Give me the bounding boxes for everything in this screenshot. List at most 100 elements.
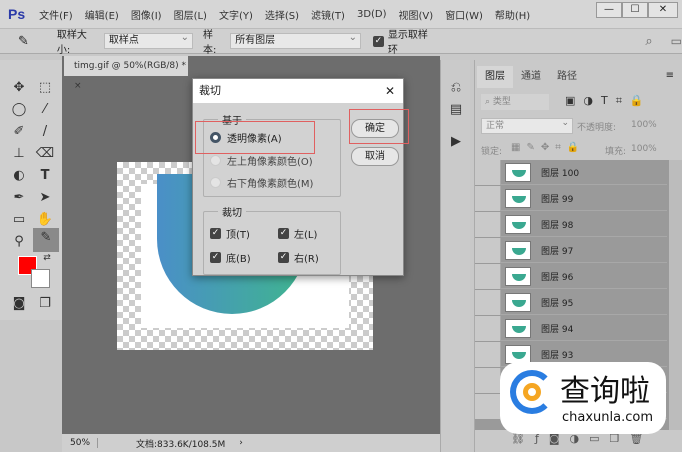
close-icon[interactable]: ✕ (385, 79, 395, 103)
panel-menu-icon[interactable]: ≡ (666, 70, 674, 81)
layer-name: 图层 100 (541, 168, 580, 179)
document-tab-title: timg.gif @ 50%(RGB/8) * (74, 61, 187, 71)
tab-paths[interactable]: 路径 (549, 66, 585, 88)
visibility-toggle[interactable] (475, 367, 501, 393)
history-icon[interactable]: ⎌ (445, 78, 467, 98)
checkbox-bottom[interactable]: ✓ 底(B) (210, 250, 251, 265)
layer-row[interactable]: 图层 96 (475, 263, 667, 289)
options-bar: ✎ 取样大小: 取样点 样本: 所有图层 ✓ 显示取样环 ⌕ ▭ (0, 28, 682, 56)
blend-mode-select[interactable]: 正常 (481, 116, 573, 134)
marquee-tool-icon[interactable]: ⬚ (34, 78, 56, 98)
visibility-toggle[interactable] (475, 237, 501, 263)
magic-wand-icon[interactable]: ⁄ (34, 100, 56, 120)
dialog-titlebar: 裁切 ✕ (193, 79, 403, 103)
visibility-toggle[interactable] (475, 185, 501, 211)
lock-icons[interactable]: ▦✎✥⌗🔒 (511, 142, 585, 153)
type-tool-icon[interactable]: T (34, 166, 56, 186)
radio-bottom-right-color[interactable]: 右下角像素颜色(M) (210, 175, 313, 190)
visibility-toggle[interactable] (475, 263, 501, 289)
maximize-button[interactable]: ☐ (622, 2, 648, 18)
highlight-box (195, 121, 315, 154)
menu-view[interactable]: 视图(V) (399, 7, 434, 22)
menu-3d[interactable]: 3D(D) (357, 9, 387, 20)
properties-icon[interactable]: ▤ (445, 100, 467, 120)
workspace-icon[interactable]: ▭ (671, 34, 682, 48)
document-tab[interactable]: timg.gif @ 50%(RGB/8) * × (64, 56, 188, 91)
hand-tool-icon[interactable]: ✋ (34, 210, 56, 230)
sample-size-select[interactable]: 取样点 (103, 31, 194, 49)
visibility-toggle[interactable] (475, 315, 501, 341)
menu-image[interactable]: 图像(I) (131, 7, 162, 22)
menu-filter[interactable]: 滤镜(T) (311, 7, 345, 22)
show-ring-checkbox[interactable]: ✓ (372, 35, 384, 47)
eyedropper-icon[interactable]: ✎ (18, 34, 29, 49)
opacity-label: 不透明度: (577, 123, 617, 133)
layers-scrollbar[interactable] (669, 160, 682, 430)
visibility-toggle[interactable] (475, 393, 501, 419)
checkbox-label: 左(L) (294, 230, 318, 241)
dodge-tool-icon[interactable]: ◐ (8, 166, 30, 186)
close-tab-icon[interactable]: × (74, 81, 82, 91)
layer-name: 图层 93 (541, 350, 574, 361)
layer-name: 图层 97 (541, 246, 574, 257)
show-ring-label: 显示取样环 (387, 30, 428, 56)
layer-row[interactable]: 图层 98 (475, 211, 667, 237)
swap-colors-icon[interactable]: ⇄ (36, 248, 58, 268)
layer-name: 图层 94 (541, 324, 574, 335)
cancel-button[interactable]: 取消 (351, 147, 399, 166)
layer-row[interactable]: 图层 97 (475, 237, 667, 263)
spot-heal-icon[interactable]: ✐ (8, 122, 30, 142)
tab-channels[interactable]: 通道 (513, 66, 549, 88)
menu-edit[interactable]: 编辑(E) (85, 7, 119, 22)
play-icon[interactable]: ▶ (445, 132, 467, 152)
layer-thumbnail (505, 214, 531, 234)
layer-thumbnail (505, 162, 531, 182)
filter-kind-select[interactable]: ⌕ 类型 (481, 94, 549, 110)
menu-window[interactable]: 窗口(W) (445, 7, 483, 22)
lasso-tool-icon[interactable]: ◯ (8, 100, 30, 120)
search-icon[interactable]: ⌕ (645, 34, 652, 49)
menu-type[interactable]: 文字(Y) (219, 7, 253, 22)
menu-layer[interactable]: 图层(L) (174, 7, 207, 22)
screen-mode-icon[interactable]: ❐ (34, 294, 56, 314)
checkbox-top[interactable]: ✓ 顶(T) (210, 226, 250, 241)
visibility-toggle[interactable] (475, 341, 501, 367)
layer-row[interactable]: 图层 100 (475, 160, 667, 185)
filter-icons[interactable]: ▣◑T⌗🔒 (565, 94, 652, 108)
menu-help[interactable]: 帮助(H) (495, 7, 530, 22)
background-color-swatch[interactable] (31, 269, 50, 288)
menu-file[interactable]: 文件(F) (39, 7, 73, 22)
checkbox-right[interactable]: ✓ 右(R) (278, 250, 319, 265)
pen-tool-icon[interactable]: ✒ (8, 188, 30, 208)
filter-label: 类型 (492, 97, 511, 107)
tab-layers[interactable]: 图层 (477, 66, 513, 88)
path-select-icon[interactable]: ➤ (34, 188, 56, 208)
zoom-tool-icon[interactable]: ⚲ (8, 232, 30, 252)
quick-mask-icon[interactable]: ◙ (8, 294, 30, 314)
layer-row[interactable]: 图层 94 (475, 315, 667, 341)
close-window-button[interactable]: ✕ (648, 2, 678, 18)
eraser-tool-icon[interactable]: ⌫ (34, 144, 56, 164)
stamp-tool-icon[interactable]: ⊥ (8, 144, 30, 164)
visibility-toggle[interactable] (475, 160, 501, 185)
fill-value[interactable]: 100% (631, 144, 657, 154)
rectangle-tool-icon[interactable]: ▭ (8, 210, 30, 230)
brush-tool-icon[interactable]: / (34, 122, 56, 142)
minimize-button[interactable]: — (596, 2, 622, 18)
sample-select[interactable]: 所有图层 (230, 31, 361, 49)
layer-row[interactable]: 图层 99 (475, 185, 667, 211)
radio-top-left-color[interactable]: 左上角像素颜色(O) (210, 153, 313, 168)
dialog-title: 裁切 (199, 84, 221, 97)
menu-select[interactable]: 选择(S) (265, 7, 299, 22)
watermark-url: chaxunla.com (562, 410, 653, 425)
status-arrow-icon[interactable]: › (239, 438, 243, 448)
move-tool-icon[interactable]: ✥ (8, 78, 30, 98)
visibility-toggle[interactable] (475, 211, 501, 237)
zoom-level[interactable]: 50% (62, 438, 98, 448)
opacity-value[interactable]: 100% (631, 120, 657, 130)
checkbox-label: 顶(T) (226, 230, 250, 241)
radio-label: 右下角像素颜色(M) (227, 179, 314, 190)
checkbox-left[interactable]: ✓ 左(L) (278, 226, 317, 241)
visibility-toggle[interactable] (475, 289, 501, 315)
layer-row[interactable]: 图层 95 (475, 289, 667, 315)
